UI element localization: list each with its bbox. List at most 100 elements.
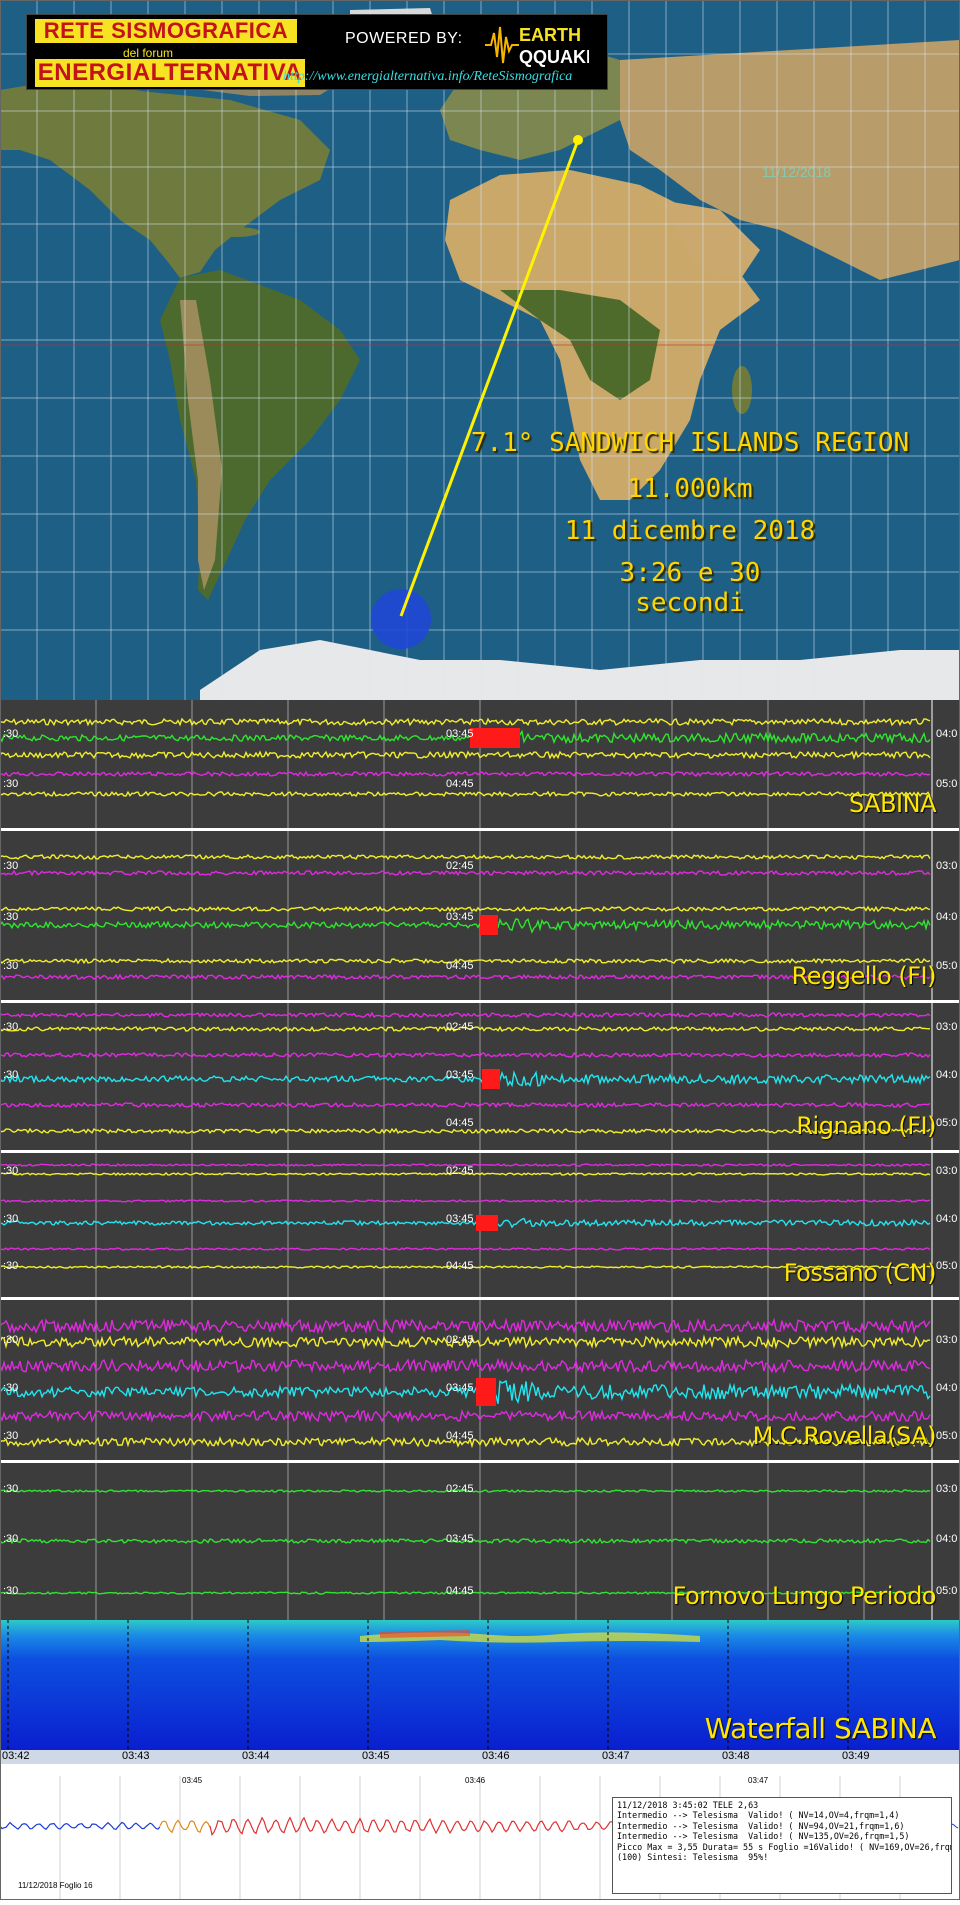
network-title: RETE SISMOGRAFICA xyxy=(35,19,297,43)
event-arrival-marker xyxy=(476,1378,496,1406)
row-time-label: 03:45 xyxy=(446,1213,474,1225)
row-time-label: :30 xyxy=(3,1585,19,1597)
row-time-label: 02:45 xyxy=(446,1483,474,1495)
event-arrival-marker xyxy=(480,915,498,935)
seismic-trace xyxy=(0,1357,931,1375)
info-line: Intermedio --> Telesisma Valido! ( NV=14… xyxy=(617,1810,900,1821)
network-subtitle: del forum xyxy=(123,46,174,60)
station-label: Rignano (FI) xyxy=(796,1112,936,1140)
station-panel: :30 02:45 03:0:30 03:45 04:0:30 04:45 05:0 Forn… xyxy=(0,1463,960,1620)
waterfall-tick-label: 03:43 xyxy=(122,1750,150,1762)
row-time-label: 03:45 xyxy=(446,1533,474,1545)
row-time-label: :30 xyxy=(3,1260,19,1272)
epicenter-marker xyxy=(371,589,431,649)
madagascar xyxy=(732,366,752,414)
station-label: Reggello (FI) xyxy=(791,962,937,990)
row-time-label: 04:0 xyxy=(936,1213,958,1225)
row-time-label: 03:0 xyxy=(936,1165,958,1177)
bottom-time-label: 03:46 xyxy=(465,1776,486,1785)
network-brand: ENERGIALTERNATIVA xyxy=(35,59,305,87)
seismic-trace xyxy=(0,1317,931,1335)
event-distance: 11.000km xyxy=(627,474,753,504)
row-time-label: :30 xyxy=(3,911,19,923)
seismic-trace xyxy=(0,853,931,861)
station-panel: :30 02:45 03:0:30 03:45 04:0:30 04:45 05:0 M.C.… xyxy=(0,1300,960,1460)
waterfall-tick-label: 03:42 xyxy=(2,1750,30,1762)
event-region: 7.1° SANDWICH ISLANDS REGION xyxy=(470,428,910,458)
map-date-stamp: 11/12/2018 xyxy=(762,164,832,180)
row-time-label: :30 xyxy=(3,1334,19,1346)
bottom-time-label: 03:45 xyxy=(182,1776,203,1785)
row-time-label: 04:45 xyxy=(446,1260,474,1272)
row-time-label: 04:45 xyxy=(446,960,474,972)
station-panel: :30 02:45 03:0:30 03:45 04:0 04:45 05:0 Rignano… xyxy=(0,1003,960,1150)
earthquake-logo: EARTH QQUAKE xyxy=(485,25,589,67)
row-time-label: 04:0 xyxy=(936,911,958,923)
row-time-label: :30 xyxy=(3,728,19,740)
world-map: RETE SISMOGRAFICA del forum ENERGIALTERN… xyxy=(0,0,960,700)
sheet-footer: 11/12/2018 Foglio 16 xyxy=(18,1881,93,1890)
waterfall-time-axis: 03:42 03:43 03:44 03:45 03:46 03:47 03:48 03:49 xyxy=(0,1750,960,1764)
station-label: Fossano (CN) xyxy=(783,1259,937,1287)
logo-top-text: EARTH xyxy=(519,25,581,45)
row-time-label: 02:45 xyxy=(446,1165,474,1177)
event-arrival-marker xyxy=(470,728,520,748)
caribbean-islands xyxy=(212,227,260,237)
logo-bottom-text: QQUAKE xyxy=(519,47,589,67)
waterfall-tick-label: 03:44 xyxy=(242,1750,270,1762)
event-date: 11 dicembre 2018 xyxy=(564,516,816,546)
row-time-label: 03:0 xyxy=(936,1334,958,1346)
row-time-label: :30 xyxy=(3,960,19,972)
waterfall-tick-label: 03:45 xyxy=(362,1750,390,1762)
row-time-label: 03:45 xyxy=(446,1069,474,1081)
station-panel: :30 03:45 04:0:30 04:45 05:0 SABINA xyxy=(0,700,960,828)
station-marker xyxy=(573,135,583,145)
info-line: Picco Max = 3,55 Durata= 55 s Foglio =16… xyxy=(617,1841,952,1852)
station-panel: :30 02:45 03:0:30 03:45 04:0:30 04:45 05:0 Regg… xyxy=(0,831,960,1000)
station-panel: :30 02:45 03:0 :30 03:45 04:0 :30 04:45 05:0 Foss… xyxy=(0,1153,960,1297)
seismic-trace xyxy=(0,790,931,798)
row-time-label: :30 xyxy=(3,1069,19,1081)
seismic-trace xyxy=(0,1247,931,1251)
row-time-label: :30 xyxy=(3,1430,19,1442)
row-time-label: 03:45 xyxy=(446,1382,474,1394)
waterfall-tick-label: 03:46 xyxy=(482,1750,510,1762)
event-time: 3:26 e 30 secondi xyxy=(619,558,761,618)
network-url-link[interactable]: http://www.energialternativa.info/ReteSi… xyxy=(283,69,572,85)
seismic-trace xyxy=(0,717,931,727)
row-time-label: :30 xyxy=(3,1483,19,1495)
row-time-label: 04:45 xyxy=(446,1117,474,1129)
row-time-label: 03:0 xyxy=(936,860,958,872)
row-time-label: 05:0 xyxy=(936,1430,958,1442)
info-line: Intermedio --> Telesisma Valido! ( NV=13… xyxy=(617,1831,910,1842)
waterfall-tick-label: 03:47 xyxy=(602,1750,630,1762)
info-line: 11/12/2018 3:45:02 TELE 2,63 xyxy=(617,1800,759,1810)
row-time-label: :30 xyxy=(3,1165,19,1177)
powered-by-label: POWERED BY: xyxy=(345,30,463,47)
seismic-trace xyxy=(0,1011,931,1019)
row-time-label: 04:45 xyxy=(446,778,474,790)
row-time-label: :30 xyxy=(3,1533,19,1545)
waterfall-tick-label: 03:48 xyxy=(722,1750,750,1762)
waterfall-tick-label: 03:49 xyxy=(842,1750,870,1762)
waterfall-panel: Waterfall SABINA xyxy=(0,1620,960,1750)
row-time-label: 04:0 xyxy=(936,1533,958,1545)
event-arrival-marker xyxy=(476,1215,498,1231)
seismic-trace xyxy=(0,1408,931,1424)
seismic-trace xyxy=(0,1051,931,1059)
row-time-label: :30 xyxy=(3,1382,19,1394)
station-label: Fornovo Lungo Periodo xyxy=(672,1582,937,1610)
seismic-trace xyxy=(0,973,931,981)
row-time-label: :30 xyxy=(3,1213,19,1225)
row-time-label: 04:45 xyxy=(446,1430,474,1442)
station-traces xyxy=(0,700,933,828)
info-line: (100) Sintesi: Telesisma 95%! xyxy=(617,1852,769,1863)
analysis-info-box: 11/12/2018 3:45:02 TELE 2,63 Intermedio … xyxy=(612,1797,952,1894)
row-time-label: 03:0 xyxy=(936,1021,958,1033)
row-time-label: 05:0 xyxy=(936,1585,958,1597)
row-time-label: 05:0 xyxy=(936,1260,958,1272)
info-line: Intermedio --> Telesisma Valido! ( NV=94… xyxy=(617,1820,905,1831)
station-label: SABINA xyxy=(848,790,937,818)
row-time-label: 02:45 xyxy=(446,1021,474,1033)
seismic-trace xyxy=(0,750,931,761)
